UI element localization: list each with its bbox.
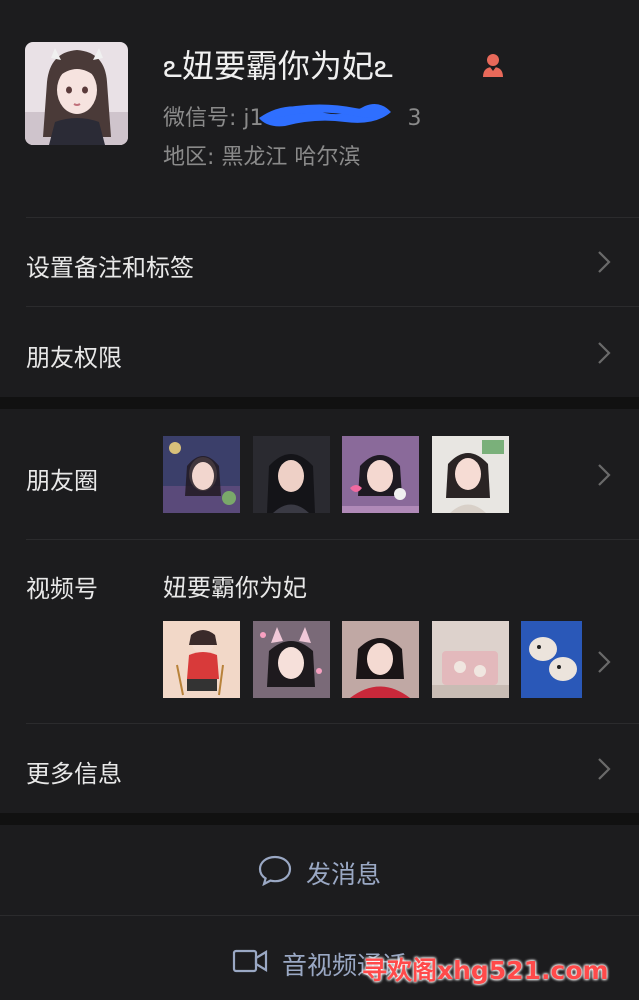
region: 地区: 黑龙江 哈尔滨 [163,139,360,171]
row-moments[interactable]: 朋友圈 [0,409,639,539]
region-label: 地区: [163,145,215,170]
channels-video [432,621,509,698]
nickname: ఽ妞要霸你为妃ఽ [163,47,393,85]
moments-photo [342,436,419,513]
row-friend-permissions[interactable]: 朋友权限 [0,307,639,397]
moments-photo [163,436,240,513]
avatar[interactable] [25,42,128,145]
wechat-id-label: 微信号: j1 [163,106,264,131]
chat-bubble-icon [258,855,292,886]
row-more-info[interactable]: 更多信息 [0,724,639,813]
region-value: 黑龙江 哈尔滨 [221,145,361,170]
chevron-right-icon [598,251,611,273]
channels-video [521,621,582,698]
send-message-label: 发消息 [306,860,382,889]
moments-photo [432,436,509,513]
moments-photo [253,436,330,513]
female-icon [482,53,504,77]
row-remark-tags[interactable]: 设置备注和标签 [0,218,639,306]
section-gap [0,397,639,409]
profile-header: ఽ妞要霸你为妃ఽ 微信号: j1 3 地区: 黑龙江 哈尔滨 [0,0,639,218]
row-moments-label: 朋友圈 [26,467,98,495]
row-channels-label: 视频号 [26,575,98,603]
chevron-right-icon [598,758,611,780]
section-gap [0,813,639,825]
channels-name: 妞要霸你为妃 [163,574,307,602]
channels-video [253,621,330,698]
channels-video [342,621,419,698]
wechat-id-tail: 3 [407,106,422,131]
chevron-right-icon [598,342,611,364]
channels-video [163,621,240,698]
row-more-info-label: 更多信息 [26,760,122,788]
video-camera-icon [232,949,268,973]
watermark: 寻欢阁xhg521.com [362,956,609,985]
row-remark-tags-label: 设置备注和标签 [26,254,194,282]
redaction-scribble [259,104,391,127]
row-channels[interactable]: 视频号 [0,540,639,723]
chevron-right-icon [598,464,611,486]
chevron-right-icon [598,651,611,673]
row-friend-permissions-label: 朋友权限 [26,344,122,372]
